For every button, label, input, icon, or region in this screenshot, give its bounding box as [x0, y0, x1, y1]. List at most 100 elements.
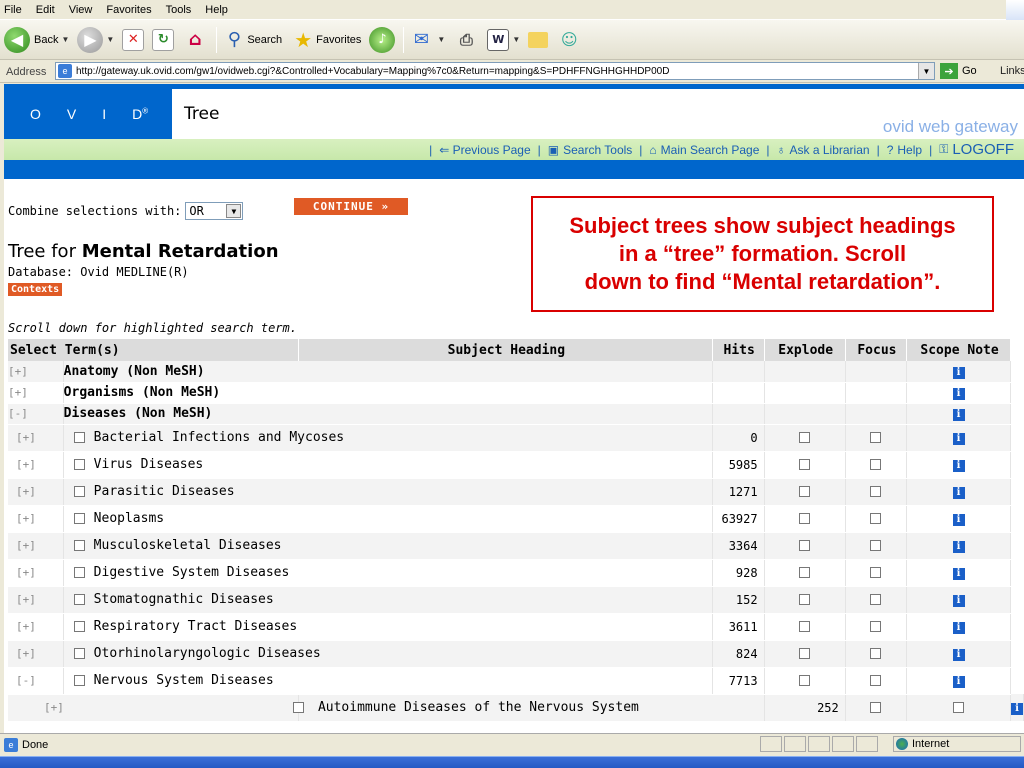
menu-file[interactable]: File: [4, 4, 22, 16]
expand-toggle[interactable]: [+]: [16, 485, 36, 498]
expand-toggle[interactable]: [-]: [16, 674, 36, 687]
info-icon[interactable]: i: [952, 676, 965, 688]
logoff-link[interactable]: ⚿ LOGOFF: [939, 141, 1014, 158]
select-checkbox[interactable]: [73, 621, 85, 632]
select-checkbox[interactable]: [292, 702, 304, 713]
info-icon[interactable]: i: [952, 514, 965, 526]
tree-heading-term: Mental Retardation: [81, 241, 279, 262]
chevron-down-icon[interactable]: ▼: [106, 35, 114, 44]
select-checkbox[interactable]: [73, 432, 85, 443]
focus-checkbox[interactable]: [870, 486, 882, 497]
chevron-down-icon[interactable]: ▼: [61, 35, 69, 44]
forward-button[interactable]: ▶ ▼: [77, 26, 114, 53]
home-button[interactable]: ⌂: [182, 27, 208, 53]
select-checkbox[interactable]: [73, 594, 85, 605]
address-input[interactable]: e http://gateway.uk.ovid.com/gw1/ovidweb…: [55, 62, 935, 80]
explode-checkbox[interactable]: [799, 540, 811, 551]
combine-operator-select[interactable]: OR ▼: [185, 202, 244, 220]
select-checkbox[interactable]: [73, 567, 85, 578]
focus-checkbox[interactable]: [870, 432, 882, 443]
explode-checkbox[interactable]: [799, 567, 811, 578]
menu-view[interactable]: View: [69, 4, 93, 16]
media-button[interactable]: ♪: [369, 26, 396, 53]
previous-page-link[interactable]: ⇐ Previous Page: [439, 143, 530, 157]
expand-toggle[interactable]: [+]: [8, 361, 64, 383]
stop-button[interactable]: ✕: [122, 28, 145, 51]
focus-checkbox[interactable]: [870, 675, 882, 686]
explode-checkbox[interactable]: [799, 459, 811, 470]
info-icon[interactable]: i: [1011, 702, 1023, 715]
expand-toggle[interactable]: [+]: [44, 701, 64, 714]
select-checkbox[interactable]: [73, 540, 85, 551]
info-icon[interactable]: i: [952, 487, 965, 499]
menu-favorites[interactable]: Favorites: [106, 4, 151, 16]
explode-checkbox[interactable]: [799, 513, 811, 524]
chevron-down-icon[interactable]: ▼: [437, 35, 445, 44]
focus-checkbox[interactable]: [870, 621, 882, 632]
expand-toggle[interactable]: [-]: [8, 403, 64, 425]
messenger-button[interactable]: ☺: [556, 27, 582, 53]
help-link[interactable]: ? Help: [887, 143, 922, 157]
info-icon[interactable]: i: [952, 366, 965, 379]
info-icon[interactable]: i: [952, 649, 965, 661]
expand-toggle[interactable]: [+]: [8, 382, 64, 404]
menu-help[interactable]: Help: [205, 4, 228, 16]
info-icon[interactable]: i: [952, 409, 965, 421]
chevron-down-icon[interactable]: ▼: [512, 35, 520, 44]
focus-checkbox[interactable]: [870, 540, 882, 551]
expand-toggle[interactable]: [+]: [16, 512, 36, 525]
focus-checkbox[interactable]: [870, 513, 882, 524]
info-icon[interactable]: i: [952, 622, 965, 634]
search-tools-link[interactable]: ▣ Search Tools: [548, 143, 633, 157]
print-button[interactable]: ⎙: [453, 27, 479, 53]
focus-checkbox[interactable]: [870, 459, 882, 470]
info-icon[interactable]: i: [952, 595, 965, 607]
contexts-button[interactable]: Contexts: [8, 283, 63, 296]
select-checkbox[interactable]: [73, 459, 85, 470]
focus-checkbox[interactable]: [870, 594, 882, 605]
explode-checkbox[interactable]: [799, 486, 811, 497]
expand-toggle[interactable]: [+]: [16, 539, 36, 552]
expand-toggle[interactable]: [+]: [16, 431, 36, 444]
refresh-button[interactable]: ↻: [152, 28, 175, 51]
focus-checkbox[interactable]: [870, 567, 882, 578]
expand-toggle[interactable]: [+]: [16, 620, 36, 633]
explode-checkbox[interactable]: [799, 648, 811, 659]
select-checkbox[interactable]: [73, 513, 85, 524]
select-checkbox[interactable]: [73, 486, 85, 497]
links-button[interactable]: Links: [1000, 65, 1024, 77]
ask-librarian-link[interactable]: ♁ Ask a Librarian: [777, 143, 870, 157]
menu-tools[interactable]: Tools: [166, 4, 192, 16]
go-button[interactable]: ➔ Go: [940, 63, 977, 79]
focus-checkbox[interactable]: [953, 702, 965, 713]
explode-checkbox[interactable]: [799, 675, 811, 686]
info-icon[interactable]: i: [952, 568, 965, 580]
hits-cell: 824: [712, 640, 765, 668]
select-checkbox[interactable]: [73, 648, 85, 659]
explode-checkbox[interactable]: [799, 432, 811, 443]
explode-checkbox[interactable]: [799, 621, 811, 632]
select-checkbox[interactable]: [73, 675, 85, 686]
expand-toggle[interactable]: [+]: [16, 647, 36, 660]
favorites-button[interactable]: ★ Favorites: [290, 27, 361, 53]
expand-toggle[interactable]: [+]: [16, 458, 36, 471]
mail-button[interactable]: ✉ ▼: [408, 27, 445, 53]
info-icon[interactable]: i: [952, 541, 965, 553]
explode-checkbox[interactable]: [870, 702, 882, 713]
info-icon[interactable]: i: [952, 460, 965, 472]
folder-button[interactable]: [528, 31, 549, 48]
info-icon[interactable]: i: [952, 388, 965, 400]
edit-button[interactable]: W ▼: [487, 28, 520, 51]
menu-edit[interactable]: Edit: [36, 4, 55, 16]
explode-checkbox[interactable]: [799, 594, 811, 605]
focus-checkbox[interactable]: [870, 648, 882, 659]
back-button[interactable]: ◀ Back ▼: [4, 26, 69, 53]
expand-toggle[interactable]: [+]: [16, 593, 36, 606]
chevron-down-icon[interactable]: ▼: [918, 63, 934, 79]
expand-toggle[interactable]: [+]: [16, 566, 36, 579]
explode-cell: [764, 403, 846, 425]
search-button[interactable]: ⚲ Search: [221, 27, 282, 53]
main-search-page-link[interactable]: ⌂ Main Search Page: [649, 143, 759, 157]
info-icon[interactable]: i: [952, 433, 965, 445]
continue-button[interactable]: CONTINUE »: [294, 198, 408, 215]
